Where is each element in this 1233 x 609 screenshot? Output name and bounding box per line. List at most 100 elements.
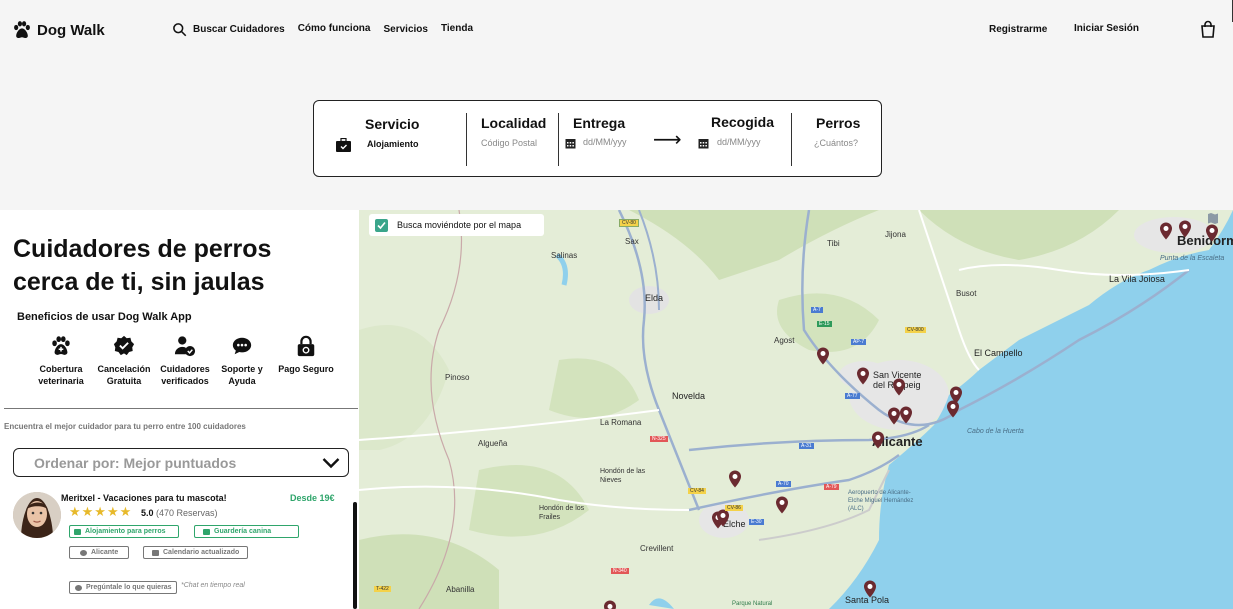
toggle-label: Busca moviéndote por el mapa (397, 220, 522, 230)
location-field[interactable]: Localidad Código Postal (467, 101, 558, 178)
dogs-field[interactable]: Perros ¿Cuántos? (792, 101, 882, 178)
calendar-icon (152, 549, 159, 556)
sort-dropdown[interactable]: Ordenar por: Mejor puntuados (13, 448, 349, 477)
caregiver-pin-icon[interactable] (1178, 220, 1192, 238)
location-title: Localidad (481, 115, 547, 131)
search-bar: Servicio Alojamiento Localidad Código Po… (313, 100, 882, 177)
map-label: Tibi (827, 239, 840, 248)
dropoff-title: Entrega (573, 115, 626, 131)
nav-item-how-it-works[interactable]: Cómo funciona (298, 23, 371, 34)
map-label: Elda (645, 293, 664, 303)
caregiver-title[interactable]: Meritxel - Vacaciones para tu mascota! (61, 493, 227, 503)
pickup-date-input[interactable]: dd/MM/yyy (717, 137, 761, 147)
briefcase-icon (336, 138, 351, 152)
map-canvas (359, 210, 1233, 609)
road-shield: A-31 (799, 443, 814, 449)
benefit-label: Cancelación Gratuita (97, 364, 151, 386)
service-selector[interactable]: Servicio Alojamiento (314, 101, 466, 178)
building-icon (203, 528, 210, 535)
paw-icon (14, 21, 30, 39)
map-view[interactable]: Busca moviéndote por el mapa Salinas Sax… (359, 210, 1233, 609)
caregiver-pin-icon[interactable] (1205, 224, 1219, 242)
caregiver-pin-icon[interactable] (863, 580, 877, 598)
main-nav: Buscar Cuidadores Cómo funciona Servicio… (172, 22, 473, 37)
rating-value: 5.0 (141, 508, 154, 518)
reservations-count: (470 Reservas) (156, 508, 218, 518)
calendar-icon (698, 139, 709, 149)
road-shield: AP-7 (851, 339, 867, 345)
road-shield: E-15 (817, 321, 832, 327)
dropoff-date-input[interactable]: dd/MM/yyy (583, 137, 627, 147)
checkbox[interactable] (375, 218, 388, 232)
user-icon (80, 549, 87, 556)
chat-note: *Chat en tiempo real (181, 582, 245, 589)
caregiver-pin-icon[interactable] (816, 347, 830, 365)
sort-selected-value: Ordenar por: Mejor puntuados (34, 455, 237, 471)
register-link[interactable]: Registrarme (989, 24, 1047, 35)
caregiver-pin-icon[interactable] (603, 600, 617, 609)
road-shield: CV-800 (905, 327, 926, 333)
check-badge-icon (113, 335, 135, 356)
price-label: Desde 19€ (290, 493, 335, 503)
rating-text: 5.0 (470 Reservas) (141, 508, 218, 518)
search-as-map-moves-toggle[interactable]: Busca moviéndote por el mapa (369, 214, 544, 236)
map-layers-icon[interactable] (1207, 212, 1219, 224)
caregiver-card[interactable]: Meritxel - Vacaciones para tu mascota! D… (0, 490, 359, 609)
caregiver-pin-icon[interactable] (775, 496, 789, 514)
benefit-label: Cobertura veterinaria (38, 364, 84, 386)
avatar (13, 492, 61, 538)
map-label: Agost (774, 336, 795, 345)
road-shield: A-77 (845, 393, 860, 399)
map-label: Aeropuerto de Alicante-Elche Miguel Hern… (848, 490, 914, 512)
map-label: La Romana (600, 418, 642, 427)
paw-icon (52, 336, 70, 355)
benefit-free-cancel: Cancelación Gratuita (92, 335, 156, 387)
results-scrollbar[interactable] (353, 502, 357, 609)
star-rating: ★★★★★ (69, 504, 133, 519)
brand-logo[interactable]: Dog Walk (12, 20, 105, 40)
date-range: Entrega dd/MM/yyy ⟶ Recogida dd/MM/yyy (559, 101, 791, 178)
results-panel: Cuidadores de perros cerca de ti, sin ja… (0, 210, 359, 609)
map-label: Busot (956, 289, 977, 298)
dogs-count-input[interactable]: ¿Cuántos? (814, 138, 858, 148)
shopping-bag-icon[interactable] (1200, 20, 1216, 38)
location-input[interactable]: Código Postal (481, 138, 537, 148)
ask-question-button[interactable]: Pregúntale lo que quieras (69, 581, 177, 594)
login-link[interactable]: Iniciar Sesión (1074, 23, 1139, 34)
nav-item-services[interactable]: Servicios (383, 24, 427, 35)
ask-label: Pregúntale lo que quieras (86, 584, 172, 591)
caregiver-pin-icon[interactable] (728, 470, 742, 488)
caregiver-pin-icon[interactable] (856, 367, 870, 385)
chat-bubble-icon (232, 337, 252, 355)
brand-name: Dog Walk (37, 21, 105, 39)
tag-label: Guardería canina (214, 528, 272, 535)
road-shield: CV-86 (725, 505, 743, 511)
map-label: Salinas (551, 251, 578, 260)
road-shield: N-325 (650, 436, 668, 442)
benefit-secure-payment: Pago Seguro (274, 335, 338, 375)
caregiver-pin-icon[interactable] (946, 400, 960, 418)
map-label: Cabo de la Huerta (967, 428, 1024, 435)
map-label: Sax (625, 237, 639, 246)
caregiver-pin-icon[interactable] (716, 509, 730, 527)
nav-search-caregivers[interactable]: Buscar Cuidadores (172, 22, 285, 37)
caregiver-pin-icon[interactable] (871, 431, 885, 449)
tag-daycare: Guardería canina (194, 525, 299, 538)
map-label: Parque Natural (732, 601, 773, 607)
tag-label: Alojamiento para perros (85, 528, 166, 535)
caregiver-pin-icon[interactable] (892, 378, 906, 396)
caregiver-pin-icon[interactable] (1159, 222, 1173, 240)
map-label: El Campello (974, 348, 1023, 358)
service-value: Alojamiento (367, 139, 419, 149)
location-label: Alicante (91, 549, 119, 556)
map-label: Pinoso (445, 373, 470, 382)
nav-item-shop[interactable]: Tienda (441, 23, 473, 34)
tag-dog-boarding: Alojamiento para perros (69, 525, 179, 538)
results-summary: Encuentra el mejor cuidador para tu perr… (4, 422, 246, 431)
caregiver-pin-icon[interactable] (899, 406, 913, 424)
pickup-title: Recogida (711, 114, 775, 130)
house-icon (74, 528, 81, 535)
header: Dog Walk Buscar Cuidadores Cómo funciona… (0, 0, 1233, 60)
nav-item-label: Buscar Cuidadores (193, 24, 285, 35)
benefit-support: Soporte y Ayuda (210, 335, 274, 387)
